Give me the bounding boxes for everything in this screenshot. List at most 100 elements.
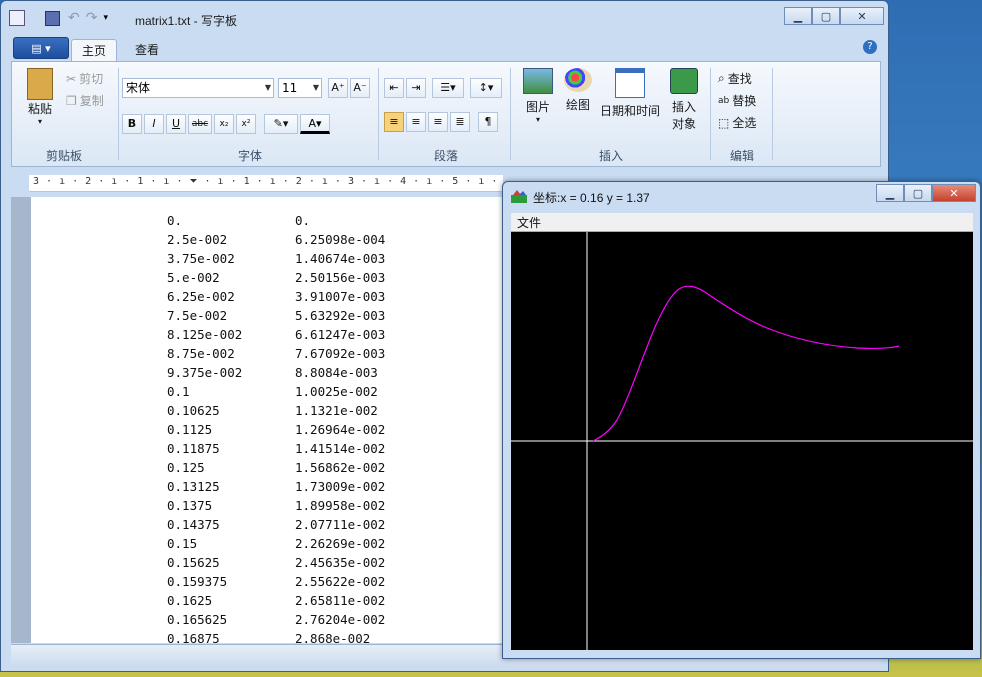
font-family-value: 宋体 <box>126 81 151 95</box>
maximize-button[interactable]: ▢ <box>904 184 932 202</box>
menu-file[interactable]: 文件 <box>517 214 541 231</box>
application-menu-button[interactable]: ▤ ▾ <box>13 37 69 59</box>
document-page[interactable]: 0. 0. 2.5e-002 6.25098e-004 3.75e-002 1.40674… <box>31 197 503 643</box>
select-all-label: 全选 <box>732 116 757 130</box>
redo-icon[interactable]: ↷ <box>86 10 98 26</box>
insert-object-button[interactable]: 插入 对象 <box>664 68 704 132</box>
caption-buttons: ▁ ▢ ✕ <box>784 7 884 25</box>
paragraph-settings-icon[interactable]: ¶ <box>478 112 498 132</box>
picture-label: 图片 <box>525 100 550 114</box>
x-value: 0.15 <box>167 536 198 551</box>
replace-button[interactable]: ab 替换 <box>718 92 756 109</box>
table-row: 0.1 1.0025e-002 <box>167 384 378 399</box>
table-row: 0.15625 2.45635e-002 <box>167 555 385 570</box>
minimize-button[interactable]: ▁ <box>784 7 812 25</box>
find-label: 查找 <box>727 72 752 86</box>
table-row: 0.13125 1.73009e-002 <box>167 479 385 494</box>
x-value: 6.25e-002 <box>167 289 235 304</box>
copy-icon: ❐ <box>66 93 77 108</box>
cut-button[interactable]: ✂ 剪切 <box>66 70 103 87</box>
close-button[interactable]: ✕ <box>840 7 884 25</box>
highlight-color-icon[interactable]: ✎▾ <box>264 114 298 134</box>
superscript-icon[interactable]: x² <box>236 114 256 134</box>
strikethrough-icon[interactable]: abc <box>188 114 212 134</box>
shrink-font-icon[interactable]: A⁻ <box>350 78 370 98</box>
find-button[interactable]: ⌕ 查找 <box>718 70 752 87</box>
x-value: 0.13125 <box>167 479 220 494</box>
paste-label: 粘贴 <box>27 102 52 116</box>
document-area[interactable]: 0. 0. 2.5e-002 6.25098e-004 3.75e-002 1.40674… <box>11 197 503 643</box>
plot-svg <box>511 232 973 650</box>
date-time-label: 日期和时间 <box>599 104 660 118</box>
copy-button[interactable]: ❐ 复制 <box>66 92 104 109</box>
plot-canvas[interactable] <box>511 232 973 650</box>
align-center-icon[interactable]: ≡ <box>406 112 426 132</box>
x-value: 0.10625 <box>167 403 220 418</box>
table-row: 6.25e-002 3.91007e-003 <box>167 289 385 304</box>
tab-home[interactable]: 主页 <box>71 39 118 62</box>
x-value: 0.165625 <box>167 612 228 627</box>
table-row: 0.165625 2.76204e-002 <box>167 612 385 627</box>
ruler-scale: 3 · ı · 2 · ı · 1 · ı · ⏷ · ı · 1 · ı · … <box>33 176 503 187</box>
plot-window: 坐标:x = 0.16 y = 1.37 ▁ ▢ ✕ 文件 <box>502 181 981 659</box>
table-row: 3.75e-002 1.40674e-003 <box>167 251 385 266</box>
x-value: 0.159375 <box>167 574 228 589</box>
maximize-button[interactable]: ▢ <box>812 7 840 25</box>
x-value: 8.125e-002 <box>167 327 243 342</box>
minimize-button[interactable]: ▁ <box>876 184 904 202</box>
table-row: 8.75e-002 7.67092e-003 <box>167 346 385 361</box>
paint-drawing-button[interactable]: 绘图 <box>560 68 596 113</box>
decrease-indent-icon[interactable]: ⇤ <box>384 78 404 98</box>
grow-font-icon[interactable]: A⁺ <box>328 78 348 98</box>
line-spacing-icon[interactable]: ↕▾ <box>470 78 502 98</box>
table-row: 7.5e-002 5.63292e-003 <box>167 308 385 323</box>
picture-button[interactable]: 图片 ▾ <box>518 68 558 124</box>
close-button[interactable]: ✕ <box>932 184 976 202</box>
font-size-select[interactable]: 11 ▼ <box>278 78 322 98</box>
select-all-button[interactable]: ⬚ 全选 <box>718 114 756 131</box>
y-value: 2.26269e-002 <box>295 536 386 551</box>
plot-app-icon[interactable] <box>511 189 527 203</box>
subscript-icon[interactable]: x₂ <box>214 114 234 134</box>
underline-icon[interactable]: U <box>166 114 186 134</box>
y-value: 5.63292e-003 <box>295 308 386 323</box>
bullet-list-icon[interactable]: ☰▾ <box>432 78 464 98</box>
table-row: 0.159375 2.55622e-002 <box>167 574 385 589</box>
x-value: 0.16875 <box>167 631 220 643</box>
date-time-button[interactable]: 日期和时间 <box>598 68 662 119</box>
save-icon[interactable] <box>45 10 60 26</box>
increase-indent-icon[interactable]: ⇥ <box>406 78 426 98</box>
font-family-select[interactable]: 宋体 ▼ <box>122 78 274 98</box>
editing-group-label: 编辑 <box>729 149 754 163</box>
align-right-icon[interactable]: ≡ <box>428 112 448 132</box>
align-left-icon[interactable]: ≡ <box>384 112 404 132</box>
plot-window-title: 坐标:x = 0.16 y = 1.37 <box>533 191 650 205</box>
bold-icon[interactable]: B <box>122 114 142 134</box>
plot-curve <box>592 285 900 442</box>
clipboard-group: 粘贴 ▾ ✂ 剪切 ❐ 复制 剪贴板 <box>12 62 116 166</box>
justify-icon[interactable]: ≣ <box>450 112 470 132</box>
y-value: 6.61247e-003 <box>295 327 386 342</box>
paste-button[interactable]: 粘贴 ▾ <box>20 68 60 126</box>
ribbon: 粘贴 ▾ ✂ 剪切 ❐ 复制 剪贴板 宋体 ▼ 11 ▼ A⁺ A⁻ B I U… <box>11 61 881 167</box>
help-icon[interactable]: ? <box>863 40 877 54</box>
replace-icon: ab <box>718 95 730 106</box>
y-value: 1.41514e-002 <box>295 441 386 456</box>
ruler[interactable]: 3 · ı · 2 · ı · 1 · ı · ⏷ · ı · 1 · ı · … <box>29 175 503 192</box>
customize-toolbar-icon[interactable]: ▾ <box>103 13 108 23</box>
italic-icon[interactable]: I <box>144 114 164 134</box>
font-color-icon[interactable]: A▾ <box>300 114 330 134</box>
undo-icon[interactable]: ↶ <box>68 10 80 26</box>
y-value: 7.67092e-003 <box>295 346 386 361</box>
wordpad-app-icon[interactable] <box>9 10 25 26</box>
font-group: 宋体 ▼ 11 ▼ A⁺ A⁻ B I U abc x₂ x² ✎▾ A▾ 字体 <box>122 62 378 166</box>
paragraph-group-label: 段落 <box>433 149 458 163</box>
replace-label: 替换 <box>732 94 757 108</box>
x-value: 8.75e-002 <box>167 346 235 361</box>
tab-view[interactable]: 查看 <box>125 39 169 61</box>
clipboard-group-label: 剪贴板 <box>45 149 82 163</box>
x-value: 0.1625 <box>167 593 213 608</box>
editing-group: ⌕ 查找 ab 替换 ⬚ 全选 编辑 <box>714 62 770 166</box>
table-row: 0. 0. <box>167 213 310 228</box>
y-value: 3.91007e-003 <box>295 289 386 304</box>
